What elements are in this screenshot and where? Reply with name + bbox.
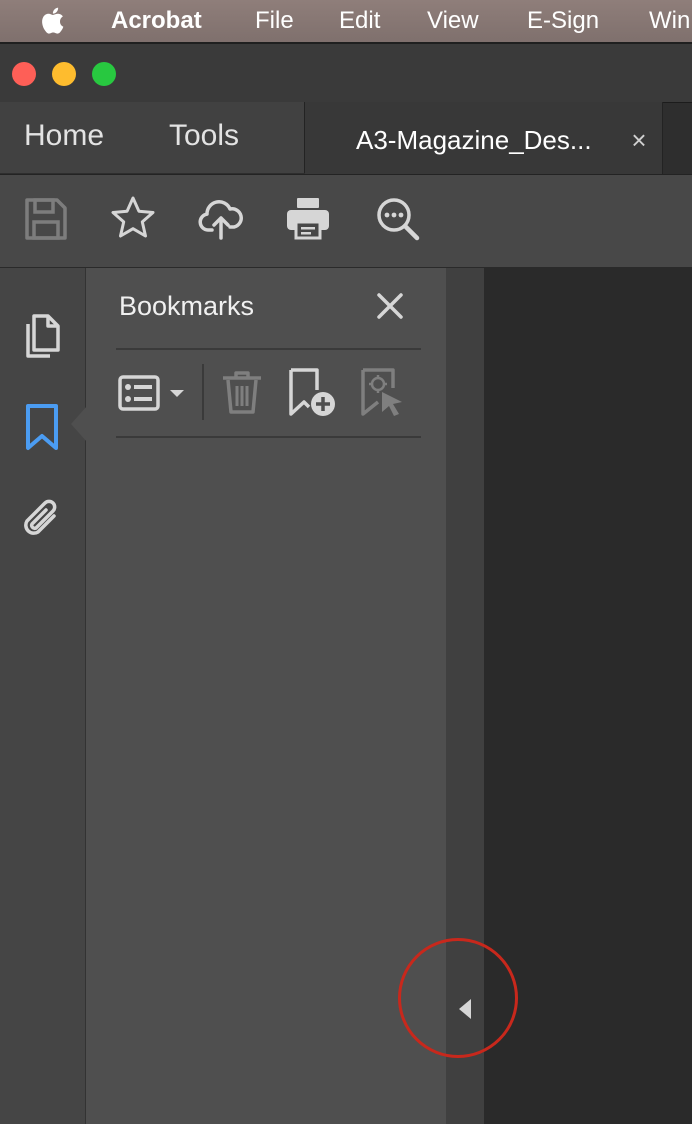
menu-window[interactable]: Win — [649, 6, 690, 36]
close-icon[interactable] — [372, 286, 408, 326]
bookmark-target-icon[interactable] — [358, 366, 406, 420]
panel-divider — [116, 348, 421, 350]
tab-home[interactable]: Home — [24, 118, 104, 154]
pages-icon[interactable] — [18, 308, 66, 360]
menu-file[interactable]: File — [255, 6, 294, 36]
star-icon[interactable] — [109, 194, 157, 244]
save-icon[interactable] — [22, 194, 70, 244]
document-tab-title: A3-Magazine_Des... — [356, 125, 592, 155]
add-bookmark-icon[interactable] — [286, 366, 338, 420]
tab-tools[interactable]: Tools — [169, 118, 239, 154]
highlight-annotation — [398, 938, 518, 1058]
upload-cloud-icon[interactable] — [197, 194, 245, 244]
delete-icon[interactable] — [218, 366, 266, 420]
menu-acrobat[interactable]: Acrobat — [111, 6, 202, 36]
print-icon[interactable] — [284, 194, 332, 244]
close-tab-button[interactable]: × — [628, 125, 650, 155]
zoom-window-button[interactable] — [92, 62, 116, 86]
panel-title: Bookmarks — [119, 291, 255, 321]
menu-esign[interactable]: E-Sign — [527, 6, 599, 36]
search-zoom-icon[interactable] — [374, 194, 422, 244]
minimize-window-button[interactable] — [52, 62, 76, 86]
close-window-button[interactable] — [12, 62, 36, 86]
toolbar — [0, 174, 692, 268]
menu-edit[interactable]: Edit — [339, 6, 380, 36]
toolbar-separator — [202, 364, 204, 420]
attachment-icon[interactable] — [18, 494, 66, 546]
bookmark-icon[interactable] — [18, 402, 66, 454]
menu-view[interactable]: View — [427, 6, 479, 36]
options-menu-icon[interactable] — [116, 366, 188, 420]
apple-icon[interactable] — [37, 4, 71, 36]
panel-divider-lower — [116, 436, 421, 438]
panel-pointer — [71, 406, 87, 442]
navigation-rail — [0, 268, 86, 1124]
